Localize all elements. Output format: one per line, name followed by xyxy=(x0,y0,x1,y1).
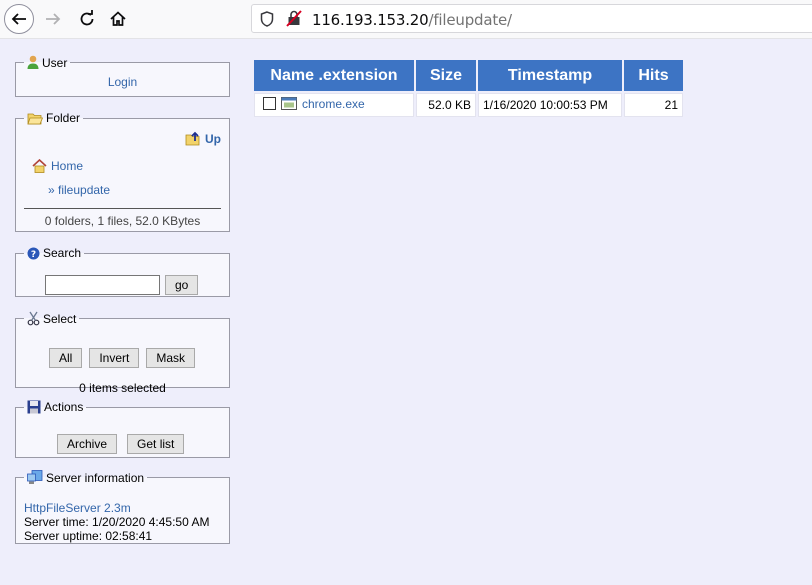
forward-button[interactable] xyxy=(38,4,68,34)
server-info-legend: Server information xyxy=(24,470,147,485)
folder-up-icon xyxy=(185,131,200,146)
file-checkbox[interactable] xyxy=(263,97,276,111)
floppy-disk-icon xyxy=(27,400,41,414)
arrow-left-icon xyxy=(11,13,26,25)
actions-panel: Actions Archive Get list xyxy=(15,400,230,458)
back-button[interactable] xyxy=(4,4,34,34)
actions-legend: Actions xyxy=(24,400,86,414)
reload-icon xyxy=(80,10,94,26)
search-legend: ? Search xyxy=(24,246,84,260)
column-header-name[interactable]: Name .extension xyxy=(254,60,414,91)
scissors-icon xyxy=(27,311,40,326)
svg-text:?: ? xyxy=(31,250,36,260)
get-list-button[interactable]: Get list xyxy=(127,434,185,454)
home-button[interactable] xyxy=(103,4,133,34)
login-link[interactable]: Login xyxy=(108,75,137,89)
file-timestamp-cell: 1/16/2020 10:00:53 PM xyxy=(478,93,622,117)
current-folder-link[interactable]: » fileupdate xyxy=(48,183,110,197)
home-icon xyxy=(110,11,126,26)
shield-icon xyxy=(260,11,274,27)
server-computer-icon xyxy=(27,470,43,484)
table-header-row: Name .extension Size Timestamp Hits xyxy=(254,60,683,91)
up-link[interactable]: Up xyxy=(185,131,221,146)
server-time: Server time: 1/20/2020 4:45:50 AM xyxy=(24,515,210,529)
arrow-right-icon xyxy=(46,13,61,25)
column-header-timestamp[interactable]: Timestamp xyxy=(478,60,622,91)
file-size-cell: 52.0 KB xyxy=(416,93,476,117)
user-legend: User xyxy=(24,55,70,70)
open-folder-icon xyxy=(27,113,43,125)
server-software-link[interactable]: HttpFileServer 2.3m xyxy=(24,501,131,515)
server-info-panel: Server information HttpFileServer 2.3m S… xyxy=(15,470,230,544)
browser-toolbar: 116.193.153.20/fileupdate/ xyxy=(0,0,812,39)
home-link[interactable]: Home xyxy=(32,159,83,173)
user-panel: User Login xyxy=(15,55,230,97)
folder-divider xyxy=(24,208,221,209)
column-header-size[interactable]: Size xyxy=(416,60,476,91)
address-bar[interactable]: 116.193.153.20/fileupdate/ xyxy=(251,4,812,33)
url-text: 116.193.153.20/fileupdate/ xyxy=(312,11,512,29)
file-name-cell: chrome.exe xyxy=(254,93,414,117)
reload-button[interactable] xyxy=(72,4,102,34)
home-folder-icon xyxy=(32,159,47,173)
file-hits-cell: 21 xyxy=(624,93,683,117)
help-icon: ? xyxy=(27,247,40,260)
select-legend: Select xyxy=(24,311,79,326)
folder-legend: Folder xyxy=(24,111,83,125)
invert-button[interactable]: Invert xyxy=(89,348,140,368)
search-panel: ? Search go xyxy=(15,246,230,297)
file-link[interactable]: chrome.exe xyxy=(302,97,365,111)
file-list-table: Name .extension Size Timestamp Hits chro… xyxy=(252,58,685,119)
executable-file-icon xyxy=(281,97,297,111)
archive-button[interactable]: Archive xyxy=(57,434,118,454)
select-panel: Select All Invert Mask 0 items selected xyxy=(15,311,230,395)
column-header-hits[interactable]: Hits xyxy=(624,60,683,91)
insecure-lock-icon xyxy=(286,10,302,27)
folder-summary: 0 folders, 1 files, 52.0 KBytes xyxy=(44,214,201,228)
search-go-button[interactable]: go xyxy=(165,275,199,295)
search-input[interactable] xyxy=(45,275,160,295)
server-uptime: Server uptime: 02:58:41 xyxy=(24,529,153,543)
select-all-button[interactable]: All xyxy=(49,348,83,368)
user-icon xyxy=(27,55,39,69)
mask-button[interactable]: Mask xyxy=(146,348,196,368)
folder-panel: Folder Up Home » fileupdate 0 folders, 1… xyxy=(15,111,230,232)
table-row: chrome.exe 52.0 KB 1/16/2020 10:00:53 PM… xyxy=(254,93,683,117)
selection-status: 0 items selected xyxy=(79,381,166,395)
